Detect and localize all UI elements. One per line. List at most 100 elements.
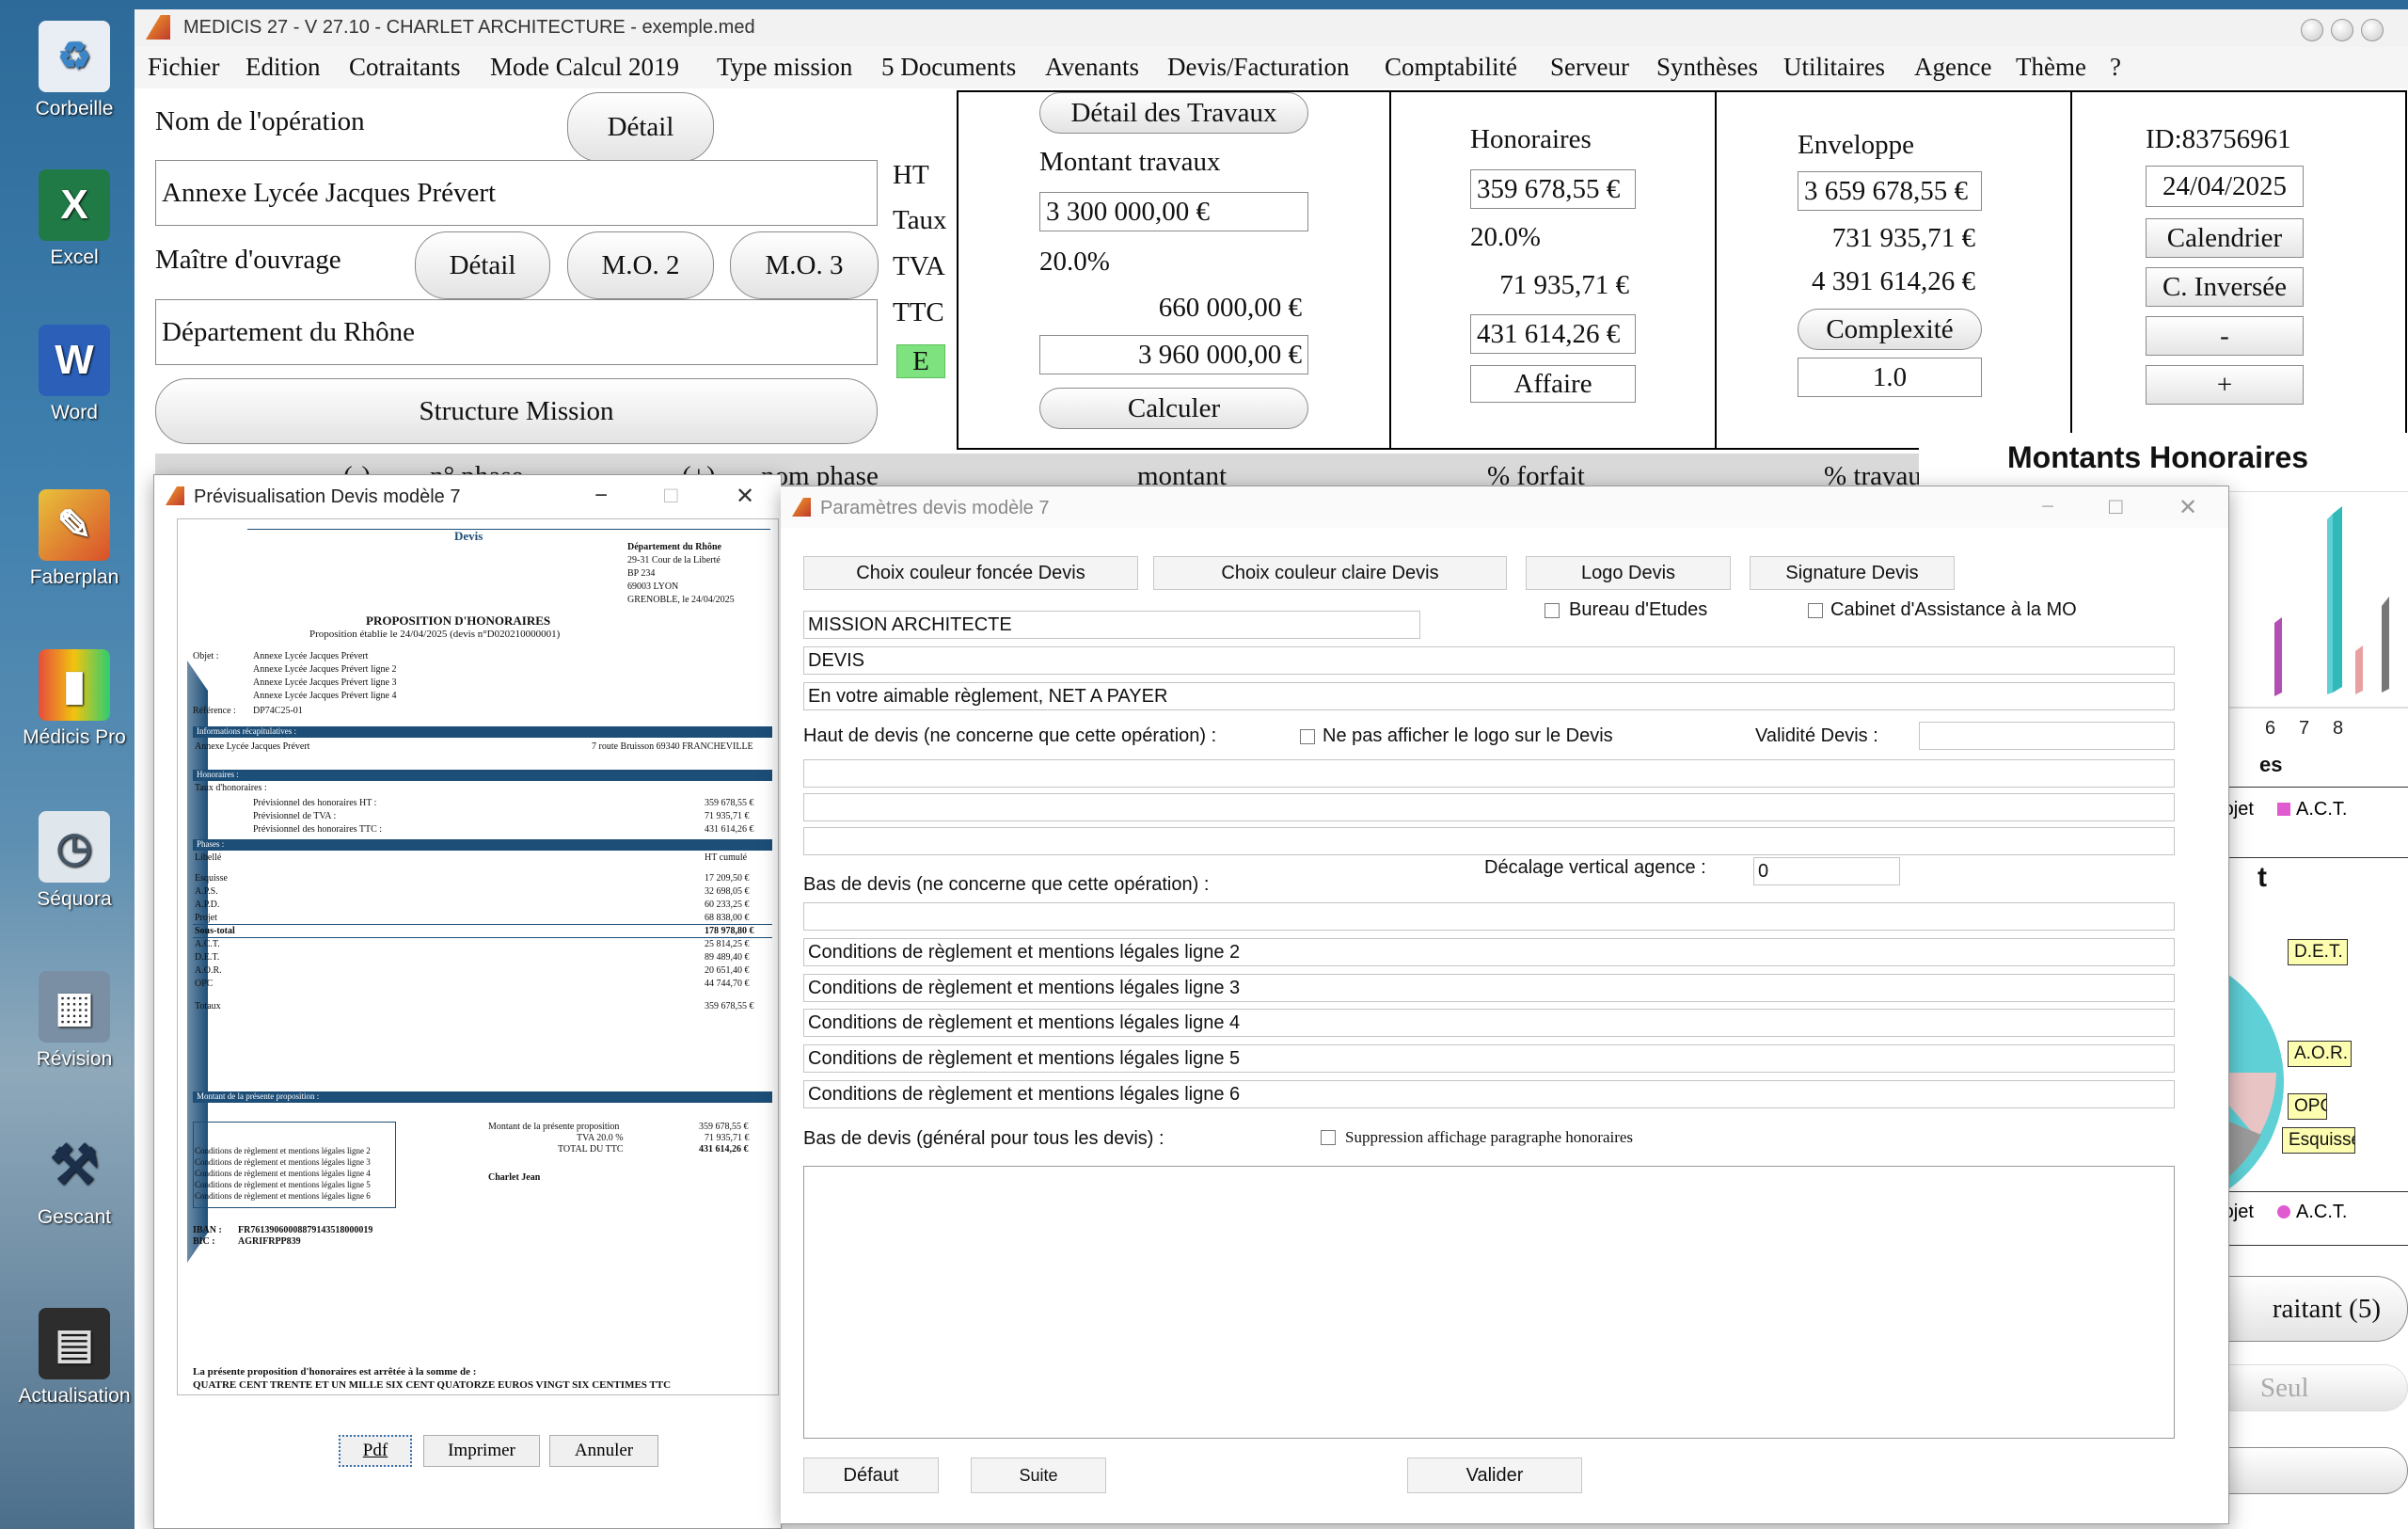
dark-color-button[interactable]: Choix couleur foncée Devis: [803, 556, 1138, 590]
preview-close-icon[interactable]: ✕: [736, 483, 754, 510]
honoraires-ttc-field[interactable]: 431 614,26 €: [1470, 314, 1636, 354]
print-button[interactable]: Imprimer: [423, 1435, 540, 1467]
mo3-button[interactable]: M.O. 3: [730, 231, 879, 299]
menu-serveur[interactable]: Serveur: [1550, 53, 1629, 82]
menu-mode-calcul[interactable]: Mode Calcul 2019: [490, 53, 679, 82]
bas-devis-line-1[interactable]: [803, 902, 2175, 931]
preview-minimize-icon[interactable]: −: [594, 483, 608, 509]
desktop-icon-gescant[interactable]: ⚒ Gescant: [13, 1129, 135, 1229]
desktop-icon-word[interactable]: W Word: [13, 325, 135, 424]
plus-button[interactable]: +: [2146, 365, 2304, 405]
condition-field[interactable]: Conditions de règlement et mentions léga…: [803, 938, 2175, 966]
params-minimize-icon[interactable]: −: [2041, 494, 2054, 520]
menu-devis-facturation[interactable]: Devis/Facturation: [1167, 53, 1349, 82]
cabinet-amo-checkbox[interactable]: [1808, 603, 1823, 618]
mission-field[interactable]: MISSION ARCHITECTE: [803, 611, 1420, 639]
params-app-icon: [792, 498, 811, 517]
menu-type-mission[interactable]: Type mission: [717, 53, 852, 82]
honoraires-ht-field[interactable]: 359 678,55 €: [1470, 169, 1636, 209]
menu-syntheses[interactable]: Synthèses: [1656, 53, 1758, 82]
desktop-icon-faberplan[interactable]: ✎ Faberplan: [13, 489, 135, 589]
decalage-label: Décalage vertical agence :: [1484, 857, 1706, 878]
operation-detail-button[interactable]: Détail: [567, 92, 714, 162]
owner-detail-button[interactable]: Détail: [415, 231, 550, 299]
signature-button[interactable]: Signature Devis: [1750, 556, 1955, 590]
desktop-icon-medicis-pro[interactable]: ▮ Médicis Pro: [13, 649, 135, 749]
condition-field[interactable]: Conditions de règlement et mentions léga…: [803, 1009, 2175, 1037]
suppression-checkbox[interactable]: [1321, 1130, 1336, 1145]
menu-utilitaires[interactable]: Utilitaires: [1783, 53, 1885, 82]
valider-button[interactable]: Valider: [1407, 1457, 1582, 1493]
date-field[interactable]: 24/04/2025: [2146, 166, 2304, 207]
suite-button[interactable]: Suite: [971, 1457, 1106, 1493]
haut-devis-line-2[interactable]: [803, 793, 2175, 821]
doc-totaux-label: Totaux: [195, 1001, 221, 1011]
haut-devis-line-1[interactable]: [803, 759, 2175, 788]
e-badge[interactable]: E: [896, 344, 945, 378]
menu-comptabilite[interactable]: Comptabilité: [1385, 53, 1517, 82]
menu-fichier[interactable]: Fichier: [148, 53, 219, 82]
validite-field[interactable]: [1919, 722, 2175, 750]
logo-button[interactable]: Logo Devis: [1526, 556, 1731, 590]
desktop-icon-excel[interactable]: X Excel: [13, 169, 135, 269]
cancel-button[interactable]: Annuler: [549, 1435, 658, 1467]
decalage-field[interactable]: 0: [1753, 857, 1900, 885]
legend-item: A.C.T.: [2296, 799, 2348, 820]
calendrier-button[interactable]: Calendrier: [2146, 218, 2304, 258]
menu-theme[interactable]: Thème: [2016, 53, 2086, 82]
menu-cotraitants[interactable]: Cotraitants: [349, 53, 460, 82]
menu-edition[interactable]: Edition: [246, 53, 321, 82]
sequora-icon: ◷: [39, 811, 110, 883]
close-button[interactable]: [2361, 19, 2384, 41]
complexite-field[interactable]: 1.0: [1798, 358, 1982, 397]
doc-address: GRENOBLE, le 24/04/2025: [627, 595, 735, 605]
doc-amount-value: 359 678,55 €: [699, 1122, 749, 1132]
bureau-etudes-checkbox[interactable]: [1545, 603, 1560, 618]
doc-address: 29-31 Cour de la Liberté: [627, 555, 721, 565]
menu-help[interactable]: ?: [2110, 53, 2121, 82]
mo2-button[interactable]: M.O. 2: [567, 231, 714, 299]
params-maximize-icon[interactable]: □: [2109, 494, 2123, 520]
desktop-icon-revision[interactable]: ▦ Révision: [13, 971, 135, 1071]
travaux-ttc-field[interactable]: 3 960 000,00 €: [1039, 335, 1308, 374]
pdf-button[interactable]: Pdf: [339, 1435, 412, 1467]
desktop-icon-actualisation[interactable]: ▤ Actualisation: [13, 1308, 135, 1408]
menu-avenants[interactable]: Avenants: [1045, 53, 1139, 82]
desktop-icon-sequora[interactable]: ◷ Séquora: [13, 811, 135, 911]
owner-field[interactable]: Département du Rhône: [155, 299, 878, 365]
detail-travaux-button[interactable]: Détail des Travaux: [1039, 92, 1308, 134]
affaire-button[interactable]: Affaire: [1470, 365, 1636, 403]
no-logo-checkbox[interactable]: [1300, 729, 1315, 744]
condition-field[interactable]: Conditions de règlement et mentions léga…: [803, 1044, 2175, 1073]
haut-devis-line-3[interactable]: [803, 827, 2175, 855]
light-color-button[interactable]: Choix couleur claire Devis: [1153, 556, 1507, 590]
condition-field[interactable]: Conditions de règlement et mentions léga…: [803, 974, 2175, 1002]
pie-title-fragment: t: [2258, 862, 2267, 893]
calculer-button[interactable]: Calculer: [1039, 388, 1308, 429]
c-inversee-button[interactable]: C. Inversée: [2146, 267, 2304, 307]
maximize-button[interactable]: [2331, 19, 2353, 41]
ht-label: HT: [893, 160, 929, 190]
reglement-field[interactable]: En votre aimable règlement, NET A PAYER: [803, 682, 2175, 710]
defaut-button[interactable]: Défaut: [803, 1457, 939, 1493]
legend-box-1: rojet A.C.T.: [2201, 787, 2408, 858]
desktop-icon-corbeille[interactable]: ♻ Corbeille: [13, 21, 135, 120]
params-close-icon[interactable]: ✕: [2178, 494, 2197, 521]
structure-mission-button[interactable]: Structure Mission: [155, 378, 878, 444]
devis-field[interactable]: DEVIS: [803, 646, 2175, 675]
condition-field[interactable]: Conditions de règlement et mentions léga…: [803, 1080, 2175, 1108]
operation-name-field[interactable]: Annexe Lycée Jacques Prévert: [155, 160, 878, 226]
minus-button[interactable]: -: [2146, 316, 2304, 356]
enveloppe-ht-field[interactable]: 3 659 678,55 €: [1798, 171, 1982, 211]
doc-heading: Devis: [454, 529, 483, 543]
axis-tick: 7: [2299, 718, 2309, 739]
doc-ht-cumule: HT cumulé: [705, 852, 748, 863]
travaux-ht-field[interactable]: 3 300 000,00 €: [1039, 192, 1308, 231]
minimize-button[interactable]: [2301, 19, 2323, 41]
menu-documents[interactable]: 5 Documents: [881, 53, 1016, 82]
desktop-icon-label: Médicis Pro: [23, 726, 126, 748]
preview-maximize-icon[interactable]: □: [664, 483, 678, 509]
bas-devis-general-textarea[interactable]: [803, 1166, 2175, 1439]
menu-agence[interactable]: Agence: [1914, 53, 1991, 82]
complexite-button[interactable]: Complexité: [1798, 309, 1982, 350]
